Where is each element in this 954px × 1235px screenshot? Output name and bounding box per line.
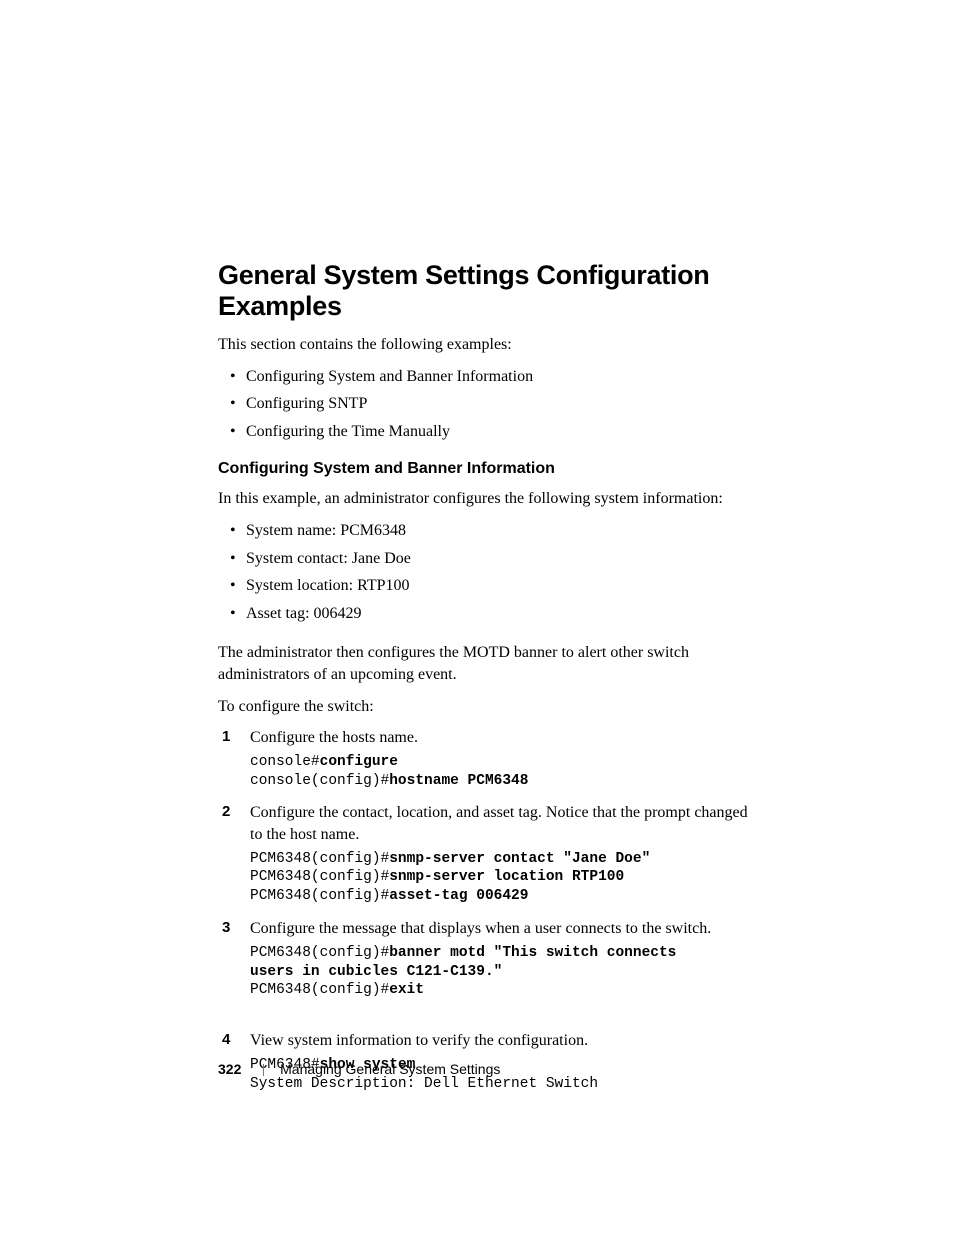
- code-bold: users in cubicles C121-C139.": [250, 964, 502, 980]
- code-plain: PCM6348(config)#: [250, 982, 389, 998]
- code-plain: console(config)#: [250, 773, 389, 789]
- intro-text: This section contains the following exam…: [218, 334, 764, 356]
- code-bold: exit: [389, 982, 424, 998]
- step-text: Configure the message that displays when…: [250, 920, 711, 937]
- body-text: In this example, an administrator config…: [218, 488, 764, 510]
- list-item: Configuring System and Banner Informatio…: [246, 366, 764, 388]
- code-block: console#configure console(config)#hostna…: [250, 753, 764, 791]
- step-item: Configure the message that displays when…: [218, 918, 764, 1000]
- code-bold: banner motd "This switch connects: [389, 945, 676, 961]
- step-text: Configure the contact, location, and ass…: [250, 804, 748, 843]
- list-item: Asset tag: 006429: [246, 603, 764, 625]
- toc-list: Configuring System and Banner Informatio…: [218, 366, 764, 443]
- code-bold: configure: [320, 754, 398, 770]
- list-item: System location: RTP100: [246, 575, 764, 597]
- list-item: System name: PCM6348: [246, 520, 764, 542]
- code-block: PCM6348(config)#banner motd "This switch…: [250, 944, 764, 1001]
- step-item: Configure the hosts name. console#config…: [218, 727, 764, 790]
- code-plain: PCM6348(config)#: [250, 869, 389, 885]
- code-bold: hostname PCM6348: [389, 773, 528, 789]
- code-plain: System Description: Dell Ethernet Switch: [250, 1076, 598, 1092]
- step-item: Configure the contact, location, and ass…: [218, 802, 764, 906]
- footer-separator: [263, 1064, 264, 1076]
- page-number: 322: [218, 1061, 241, 1077]
- body-text: The administrator then configures the MO…: [218, 642, 764, 685]
- section-heading: Configuring System and Banner Informatio…: [218, 460, 764, 478]
- code-block: PCM6348(config)#snmp-server contact "Jan…: [250, 850, 764, 907]
- list-item: System contact: Jane Doe: [246, 548, 764, 570]
- step-text: Configure the hosts name.: [250, 729, 418, 746]
- list-item: Configuring SNTP: [246, 393, 764, 415]
- code-plain: PCM6348(config)#: [250, 888, 389, 904]
- step-text: View system information to verify the co…: [250, 1032, 588, 1049]
- code-plain: console#: [250, 754, 320, 770]
- body-text: To configure the switch:: [218, 696, 764, 718]
- code-plain: PCM6348(config)#: [250, 851, 389, 867]
- footer-section: Managing General System Settings: [280, 1061, 500, 1077]
- code-bold: asset-tag 006429: [389, 888, 528, 904]
- page-title: General System Settings Configuration Ex…: [218, 260, 764, 322]
- page-footer: 322 Managing General System Settings: [218, 1061, 500, 1077]
- code-bold: snmp-server contact "Jane Doe": [389, 851, 650, 867]
- list-item: Configuring the Time Manually: [246, 421, 764, 443]
- code-bold: snmp-server location RTP100: [389, 869, 624, 885]
- steps-list: Configure the hosts name. console#config…: [218, 727, 764, 1093]
- info-list: System name: PCM6348 System contact: Jan…: [218, 520, 764, 624]
- code-plain: PCM6348(config)#: [250, 945, 389, 961]
